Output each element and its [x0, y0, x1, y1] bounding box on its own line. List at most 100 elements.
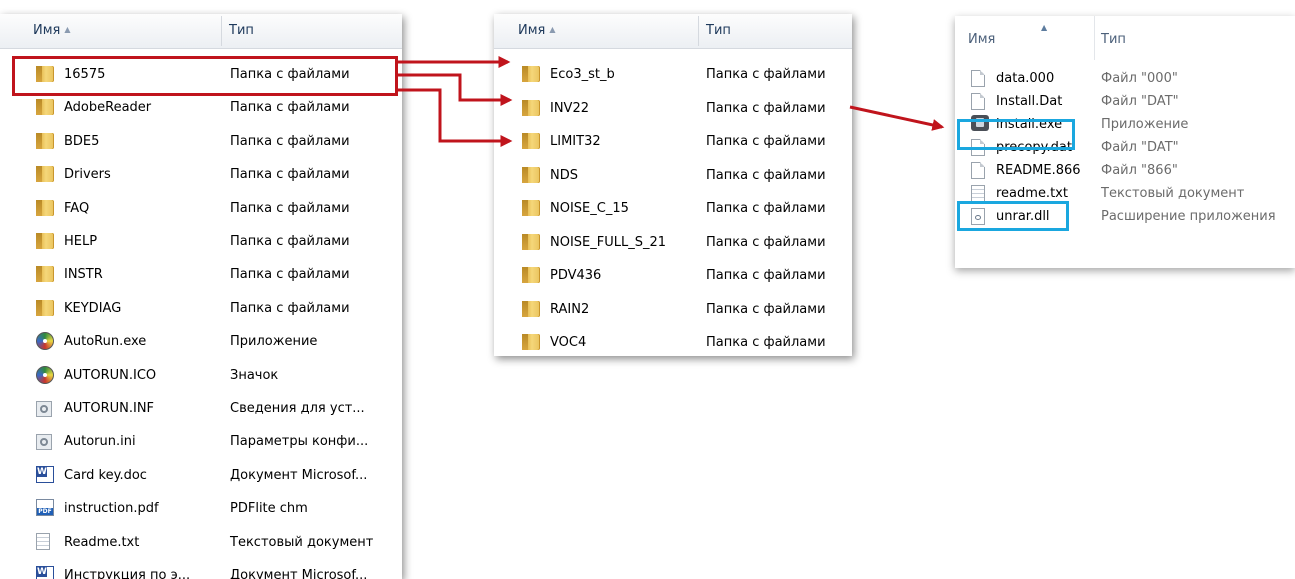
list-item[interactable]: NOISE_FULL_S_21 Папка с файлами [494, 226, 852, 260]
item-name: KEYDIAG [64, 300, 122, 316]
item-type: Папка с файлами [230, 167, 350, 183]
item-type: Документ Microsof... [230, 467, 368, 483]
list-item[interactable]: BDE5 Папка с файлами [0, 125, 402, 159]
item-type: Приложение [230, 334, 318, 350]
list-item[interactable]: AUTORUN.ICO Значок [0, 359, 402, 393]
item-type: Приложение [1101, 117, 1189, 132]
word-document-icon [36, 566, 54, 579]
item-type: Папка с файлами [230, 267, 350, 283]
column-type-header[interactable]: Тип [1101, 30, 1126, 50]
item-name: AUTORUN.INF [64, 401, 155, 416]
list-item[interactable]: INV22 Папка с файлами [494, 92, 852, 126]
list-item[interactable]: PDV436 Папка с файлами [494, 259, 852, 293]
item-type: Параметры конфи... [230, 434, 369, 450]
item-type: Папка с файлами [230, 200, 350, 216]
item-type: Папка с файлами [706, 201, 826, 216]
list-item[interactable]: AdobeReader Папка с файлами [0, 91, 402, 125]
list-item[interactable]: LIMIT32 Папка с файлами [494, 125, 852, 159]
sort-ascending-icon: ▲ [1041, 23, 1048, 32]
autorun-disc-icon [36, 365, 54, 384]
folder-icon [36, 299, 54, 316]
item-type: Значок [230, 367, 279, 383]
folder-icon [522, 267, 540, 283]
sort-ascending-icon: ▲ [549, 25, 556, 34]
item-type: Папка с файлами [706, 268, 826, 283]
item-name: AutoRun.exe [64, 334, 147, 350]
settings-file-icon [36, 401, 52, 417]
list-item[interactable]: VOC4 Папка с файлами [494, 326, 852, 356]
list-item[interactable]: README.866 Файл "866" [955, 159, 1295, 182]
item-name: NDS [550, 167, 578, 183]
item-type: Папка с файлами [230, 100, 350, 116]
column-name-header[interactable]: Имя ▲ [518, 14, 556, 48]
highlight-install-exe-box [957, 119, 1075, 150]
item-type: Текстовый документ [230, 534, 374, 550]
list-item[interactable]: Autorun.ini Параметры конфи... [0, 425, 402, 459]
folder-icon [36, 233, 54, 249]
item-name: INSTR [64, 267, 103, 283]
item-type: Папка с файлами [706, 301, 826, 317]
list-item[interactable]: Инструкция по э... Документ Microsof... [0, 559, 402, 579]
list-item[interactable]: KEYDIAG Папка с файлами [0, 292, 402, 326]
list-item[interactable]: instruction.pdf PDFlite chm [0, 492, 402, 526]
item-name: Drivers [64, 167, 111, 183]
list-item[interactable]: NDS Папка с файлами [494, 159, 852, 193]
folder-icon [522, 233, 540, 250]
item-type: Папка с файлами [706, 167, 826, 183]
item-type: Папка с файлами [706, 67, 826, 82]
item-name: Инструкция по э... [64, 568, 191, 579]
list-item[interactable]: NOISE_C_15 Папка с файлами [494, 192, 852, 226]
item-name: data.000 [996, 71, 1055, 86]
item-type: Файл "866" [1101, 163, 1178, 178]
item-type: Папка с файлами [230, 234, 350, 249]
item-type: Сведения для уст... [230, 401, 365, 416]
folder-icon [36, 266, 54, 283]
explorer-folder-16575-pane: Имя ▲ Тип Eco3_st_b Папка с файлами INV22 Па… [494, 14, 852, 356]
folder-icon [522, 166, 540, 183]
text-file-icon [36, 532, 50, 550]
item-name: FAQ [64, 200, 90, 216]
column-name-header[interactable]: Имя ▲ [968, 23, 1047, 50]
item-name: INV22 [550, 100, 589, 116]
column-type-header[interactable]: Тип [229, 14, 254, 48]
column-divider[interactable] [698, 16, 699, 46]
item-type: Файл "000" [1101, 71, 1178, 86]
list-item[interactable]: Card key.doc Документ Microsof... [0, 459, 402, 493]
folder-icon [522, 133, 540, 149]
folder-icon [36, 166, 54, 183]
item-name: Install.Dat [996, 94, 1063, 109]
list-item[interactable]: AUTORUN.INF Сведения для уст... [0, 392, 402, 426]
list-item[interactable]: HELP Папка с файлами [0, 225, 402, 259]
item-name: RAIN2 [550, 301, 590, 317]
list-item[interactable]: AutoRun.exe Приложение [0, 325, 402, 359]
list-item[interactable]: Drivers Папка с файлами [0, 158, 402, 192]
folder-icon [522, 334, 540, 350]
list-item[interactable]: Install.Dat Файл "DAT" [955, 90, 1295, 113]
folder-icon [522, 200, 540, 216]
column-type-header[interactable]: Тип [706, 14, 731, 48]
item-type: Документ Microsof... [230, 568, 368, 579]
arrow-to-install-pane [849, 105, 945, 131]
list-item[interactable]: data.000 Файл "000" [955, 67, 1295, 90]
column-header: Имя ▲ Тип [0, 14, 402, 49]
item-name: Card key.doc [64, 467, 147, 483]
column-name-header[interactable]: Имя ▲ [33, 14, 71, 48]
item-type: Папка с файлами [230, 133, 350, 149]
item-name: Autorun.ini [64, 434, 136, 450]
list-item[interactable]: RAIN2 Папка с файлами [494, 293, 852, 327]
list-item[interactable]: Eco3_st_b Папка с файлами [494, 58, 852, 92]
item-name: NOISE_FULL_S_21 [550, 234, 667, 250]
item-name: Readme.txt [64, 534, 140, 550]
item-name: AdobeReader [64, 100, 152, 116]
folder-icon [522, 300, 540, 317]
column-divider[interactable] [221, 16, 222, 46]
folder-icon [36, 199, 54, 216]
list-item[interactable]: FAQ Папка с файлами [0, 192, 402, 226]
item-type: Папка с файлами [706, 335, 826, 350]
item-name: NOISE_C_15 [550, 201, 629, 216]
folder-icon [36, 99, 54, 116]
list-item[interactable]: INSTR Папка с файлами [0, 258, 402, 292]
column-divider[interactable] [1094, 16, 1095, 60]
list-item[interactable]: Readme.txt Текстовый документ [0, 526, 402, 560]
item-type: Папка с файлами [230, 300, 350, 316]
